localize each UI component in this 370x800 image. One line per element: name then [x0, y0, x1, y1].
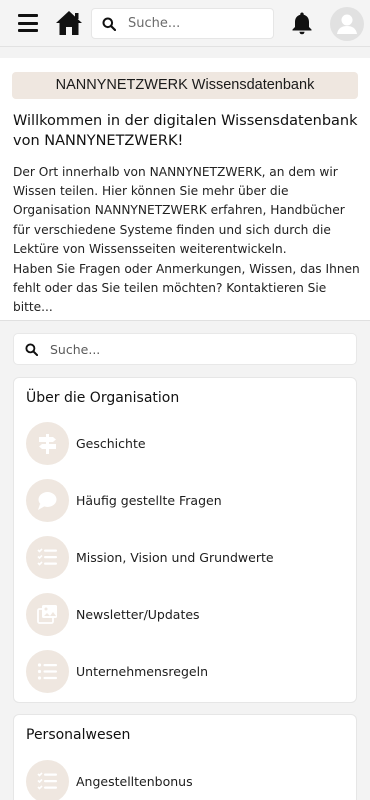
list-item-angestelltenbonus[interactable]: Angestelltenbonus — [26, 760, 346, 800]
signpost-icon — [26, 422, 69, 465]
intro-paragraph: Der Ort innerhalb von NANNYNETZWERK, an … — [13, 165, 345, 256]
home-icon[interactable] — [55, 10, 83, 36]
search-icon — [102, 17, 116, 31]
intro-section: NANNYNETZWERK Wissensdatenbank Willkomme… — [0, 58, 370, 321]
welcome-heading: Willkommen in der digitalen Wissensdaten… — [13, 113, 358, 149]
list-item-mission[interactable]: Mission, Vision und Grundwerte — [26, 536, 346, 580]
checklist-icon — [26, 760, 69, 800]
list-item-faq[interactable]: Häufig gestellte Fragen — [26, 479, 346, 523]
images-icon — [26, 593, 69, 636]
header-search-input[interactable]: Suche... — [91, 8, 274, 39]
list-item-geschichte[interactable]: Geschichte — [26, 422, 346, 466]
knowledge-search-input[interactable]: Suche... — [13, 333, 357, 365]
list-item-label: Newsletter/Updates — [76, 607, 200, 622]
list-item-newsletter[interactable]: Newsletter/Updates — [26, 593, 346, 637]
section-title: Personalwesen — [26, 727, 131, 743]
bell-icon[interactable] — [291, 11, 313, 35]
list-item-label: Angestelltenbonus — [76, 774, 193, 789]
section-card-organisation: Über die Organisation Geschichte Häufig … — [13, 377, 357, 703]
page-title: NANNYNETZWERK Wissensdatenbank — [12, 72, 358, 99]
list-item-label: Unternehmensregeln — [76, 664, 208, 679]
section-title: Über die Organisation — [26, 390, 180, 406]
contact-paragraph: Haben Sie Fragen oder Anmerkungen, Wisse… — [13, 262, 360, 315]
speech-bubble-icon — [26, 479, 69, 522]
list-item-label: Geschichte — [76, 436, 146, 451]
top-navigation-bar: Suche... — [0, 0, 370, 47]
search-icon — [25, 343, 38, 356]
list-icon — [26, 650, 69, 693]
menu-icon[interactable] — [18, 14, 38, 32]
list-item-unternehmensregeln[interactable]: Unternehmensregeln — [26, 650, 346, 694]
list-item-label: Häufig gestellte Fragen — [76, 493, 222, 508]
search-placeholder: Suche... — [50, 342, 101, 357]
checklist-icon — [26, 536, 69, 579]
avatar[interactable] — [330, 7, 364, 41]
header-search-placeholder: Suche... — [128, 16, 181, 31]
section-card-personalwesen: Personalwesen Angestelltenbonus — [13, 714, 357, 800]
list-item-label: Mission, Vision und Grundwerte — [76, 550, 274, 565]
